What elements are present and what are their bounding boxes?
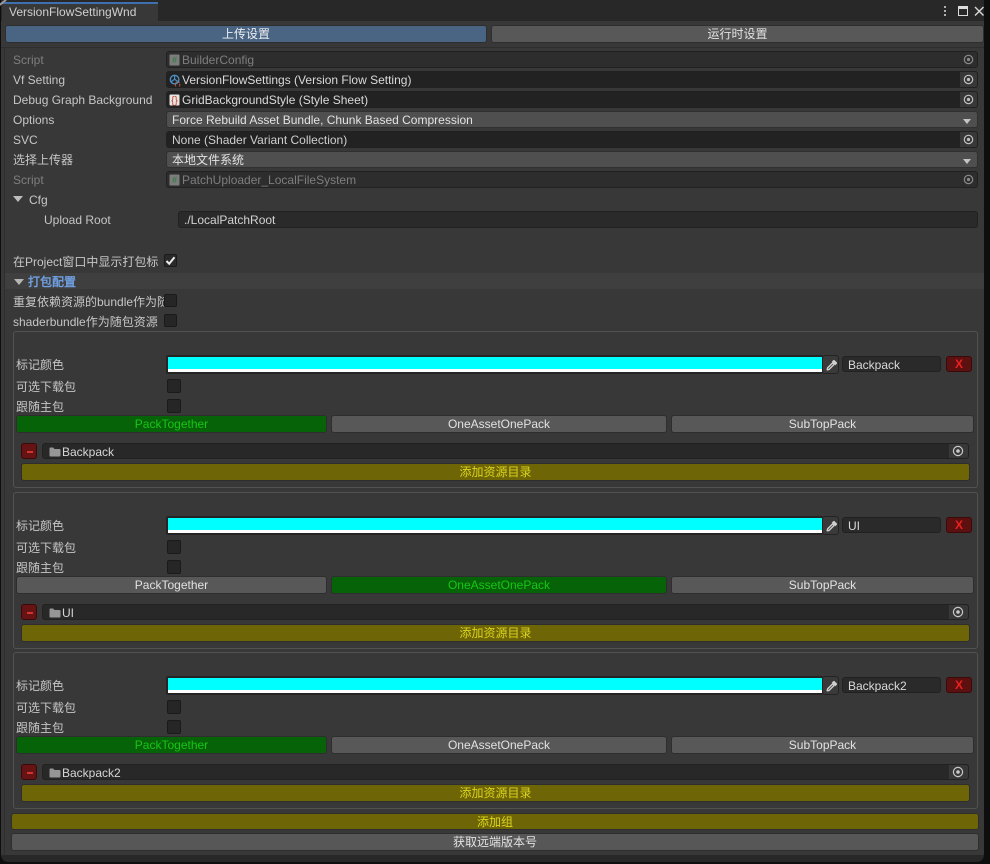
svg-text:#: #	[172, 55, 177, 65]
svg-text:#: #	[172, 175, 177, 185]
svg-text:{}: {}	[171, 96, 178, 107]
